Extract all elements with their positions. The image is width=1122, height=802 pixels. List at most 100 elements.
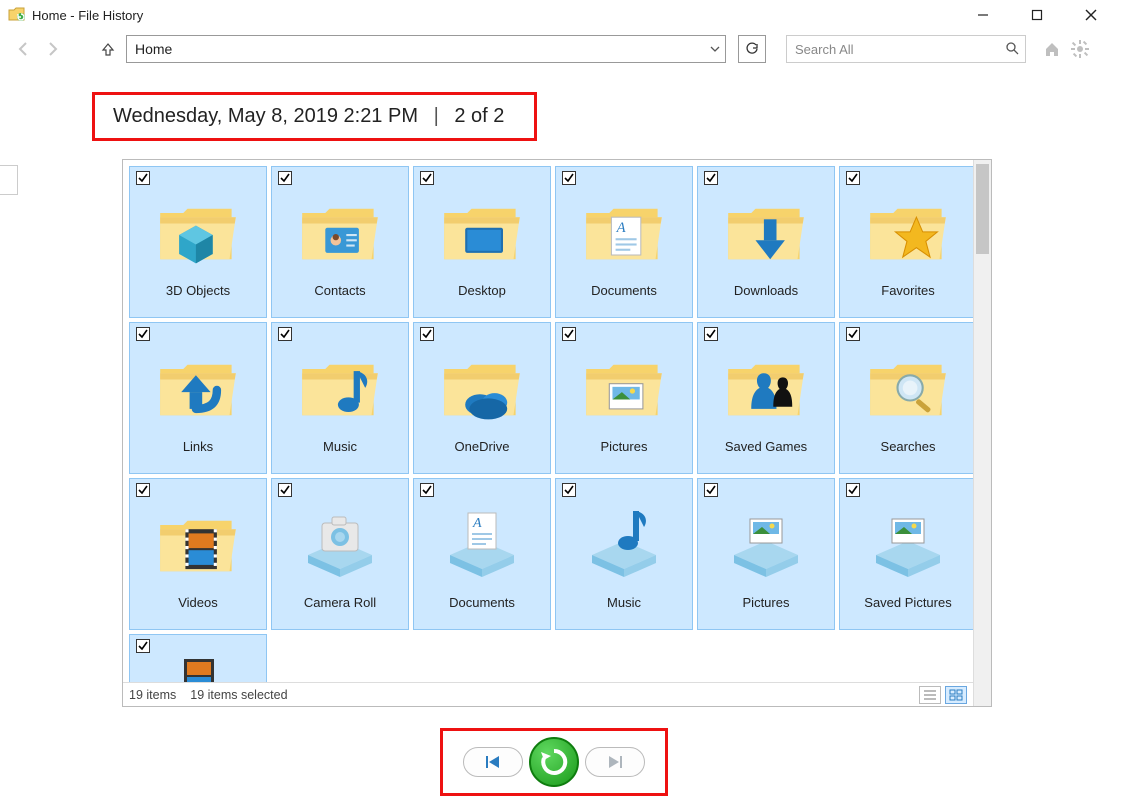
lib-documents-icon: A <box>437 501 527 591</box>
scrollbar[interactable] <box>973 160 991 706</box>
folder-documents-icon: A <box>579 189 669 279</box>
file-item[interactable]: Searches <box>839 322 973 474</box>
item-checkbox[interactable] <box>136 639 150 653</box>
item-checkbox[interactable] <box>136 327 150 341</box>
file-item[interactable]: Music <box>555 478 693 630</box>
file-item[interactable]: Music <box>271 322 409 474</box>
item-checkbox[interactable] <box>136 171 150 185</box>
item-checkbox[interactable] <box>846 327 860 341</box>
item-checkbox[interactable] <box>704 327 718 341</box>
status-bar: 19 items 19 items selected <box>123 682 973 706</box>
lib-music-icon <box>579 501 669 591</box>
item-label: Saved Games <box>725 439 807 454</box>
item-checkbox[interactable] <box>136 483 150 497</box>
file-item[interactable]: Contacts <box>271 166 409 318</box>
folder-links-icon <box>153 345 243 435</box>
file-item[interactable]: Camera Roll <box>271 478 409 630</box>
home-icon[interactable] <box>1042 39 1062 59</box>
folder-pictures-icon <box>579 345 669 435</box>
item-checkbox[interactable] <box>278 171 292 185</box>
item-checkbox[interactable] <box>562 327 576 341</box>
item-label: Music <box>607 595 641 610</box>
refresh-button[interactable] <box>738 35 766 63</box>
view-details-button[interactable] <box>919 686 941 704</box>
item-checkbox[interactable] <box>846 483 860 497</box>
item-checkbox[interactable] <box>420 171 434 185</box>
folder-videos-icon <box>153 501 243 591</box>
item-label: Videos <box>178 595 218 610</box>
close-button[interactable] <box>1068 0 1114 30</box>
item-label: Documents <box>591 283 657 298</box>
item-label: Searches <box>881 439 936 454</box>
file-grid: 3D Objects Contacts Desktop A Documents … <box>123 160 973 706</box>
address-bar[interactable]: Home <box>126 35 726 63</box>
svg-text:A: A <box>616 220 627 236</box>
item-checkbox[interactable] <box>278 483 292 497</box>
item-label: Documents <box>449 595 515 610</box>
file-item[interactable]: OneDrive <box>413 322 551 474</box>
file-item[interactable]: Saved Pictures <box>839 478 973 630</box>
gear-icon[interactable] <box>1070 39 1090 59</box>
back-button[interactable] <box>14 39 34 59</box>
item-label: 3D Objects <box>166 283 230 298</box>
folder-games-icon <box>721 345 811 435</box>
item-label: Downloads <box>734 283 798 298</box>
file-item[interactable]: Videos <box>129 478 267 630</box>
file-item[interactable]: 3D Objects <box>129 166 267 318</box>
file-item[interactable]: Saved Games <box>697 322 835 474</box>
item-checkbox[interactable] <box>278 327 292 341</box>
item-label: OneDrive <box>455 439 510 454</box>
scroll-thumb[interactable] <box>976 164 989 254</box>
next-version-button[interactable] <box>585 747 645 777</box>
file-item[interactable]: Links <box>129 322 267 474</box>
lib-pictures-icon <box>721 501 811 591</box>
status-selected: 19 items selected <box>190 688 287 702</box>
file-item[interactable]: Pictures <box>697 478 835 630</box>
lib-pictures-icon <box>863 501 953 591</box>
file-item[interactable]: Favorites <box>839 166 973 318</box>
file-item[interactable]: A Documents <box>555 166 693 318</box>
item-checkbox[interactable] <box>704 483 718 497</box>
item-checkbox[interactable] <box>420 327 434 341</box>
item-checkbox[interactable] <box>562 171 576 185</box>
folder-contacts-icon <box>295 189 385 279</box>
item-checkbox[interactable] <box>420 483 434 497</box>
item-label: Links <box>183 439 213 454</box>
view-icons-button[interactable] <box>945 686 967 704</box>
folder-favorites-icon <box>863 189 953 279</box>
minimize-button[interactable] <box>960 0 1006 30</box>
app-icon <box>8 5 26 26</box>
item-label: Pictures <box>601 439 648 454</box>
title-bar: Home - File History <box>0 0 1122 30</box>
restore-button[interactable] <box>529 737 579 787</box>
nav-bar: Home <box>0 30 1122 72</box>
file-item[interactable]: Downloads <box>697 166 835 318</box>
folder-music-icon <box>295 345 385 435</box>
folder-desktop-icon <box>437 189 527 279</box>
status-count: 19 items <box>129 688 176 702</box>
item-checkbox[interactable] <box>562 483 576 497</box>
file-item[interactable]: Pictures <box>555 322 693 474</box>
folder-downloads-icon <box>721 189 811 279</box>
address-path[interactable]: Home <box>127 36 705 62</box>
file-panel: 3D Objects Contacts Desktop A Documents … <box>122 159 992 707</box>
maximize-button[interactable] <box>1014 0 1060 30</box>
item-checkbox[interactable] <box>846 171 860 185</box>
address-dropdown[interactable] <box>705 36 725 62</box>
file-item[interactable]: A Documents <box>413 478 551 630</box>
item-label: Pictures <box>743 595 790 610</box>
svg-text:A: A <box>472 516 482 531</box>
search-box[interactable] <box>786 35 1026 63</box>
up-button[interactable] <box>98 39 118 59</box>
item-checkbox[interactable] <box>704 171 718 185</box>
item-label: Saved Pictures <box>864 595 951 610</box>
previous-version-button[interactable] <box>463 747 523 777</box>
item-label: Contacts <box>314 283 365 298</box>
search-input[interactable] <box>793 41 1005 58</box>
window-title: Home - File History <box>32 8 143 23</box>
file-item[interactable]: Desktop <box>413 166 551 318</box>
item-label: Desktop <box>458 283 506 298</box>
forward-button[interactable] <box>42 39 62 59</box>
item-label: Camera Roll <box>304 595 376 610</box>
version-header: Wednesday, May 8, 2019 2:21 PM | 2 of 2 <box>92 92 537 141</box>
